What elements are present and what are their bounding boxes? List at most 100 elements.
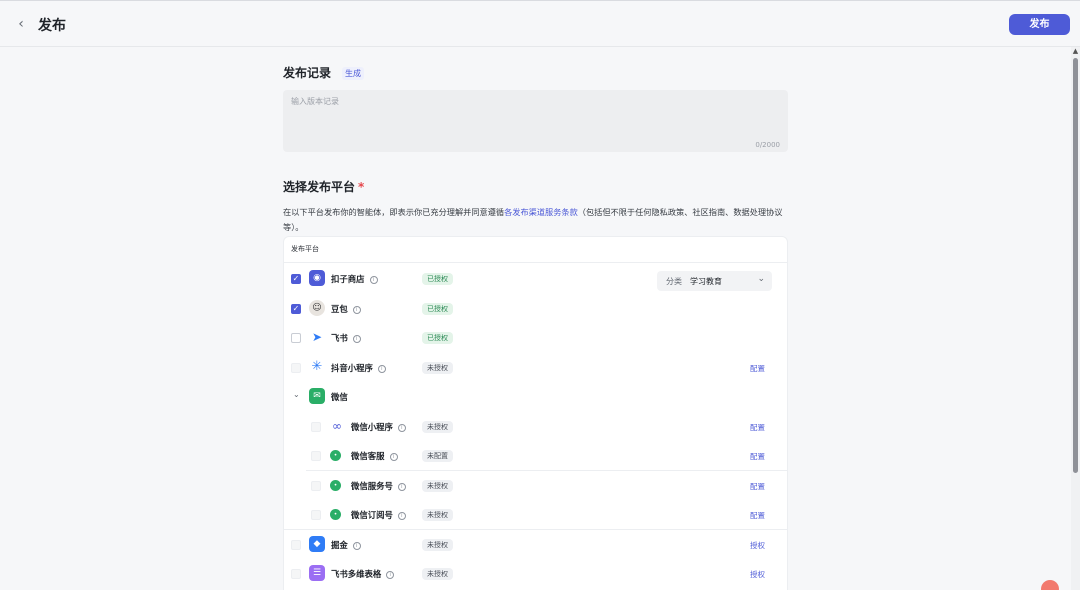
status-badge: 未授权 — [422, 539, 453, 551]
desc-prefix: 在以下平台发布你的智能体，即表示你已充分理解并同意遵循 — [283, 207, 505, 217]
platform-row-wechat: ⌄ ✉ 微信 — [284, 382, 787, 410]
assistant-float-icon[interactable] — [1041, 580, 1059, 590]
checkbox-wechat-official[interactable] — [311, 481, 321, 491]
divider — [284, 262, 787, 263]
checkbox-feishu[interactable] — [291, 333, 301, 343]
checkbox-juejin[interactable] — [291, 540, 301, 550]
back-button[interactable]: ‹ — [12, 13, 30, 35]
checkbox-wechat-subscription[interactable] — [311, 510, 321, 520]
platform-row-feishu: ➤ 飞书 i 已授权 — [284, 323, 787, 351]
info-icon[interactable]: i — [352, 542, 361, 550]
authorize-link[interactable]: 授权 — [750, 569, 765, 580]
platform-name-text: 微信订阅号 — [351, 510, 393, 520]
version-record-input[interactable]: 输入版本记录 0/2000 — [283, 90, 788, 152]
configure-link[interactable]: 配置 — [750, 481, 765, 492]
category-value: 学习教育 — [690, 277, 722, 286]
platform-panel-header: 发布平台 — [291, 245, 319, 253]
terms-link[interactable]: 各发布渠道服务条款 — [504, 207, 578, 217]
info-icon[interactable]: i — [369, 276, 378, 284]
platform-description: 在以下平台发布你的智能体，即表示你已充分理解并同意遵循各发布渠道服务条款（包括但… — [283, 205, 788, 235]
platform-name: 微信服务号 i — [351, 480, 406, 492]
platform-panel: 发布平台 ✓ ◉ 扣子商店 i 已授权 分类 学习教育 ⌄ ✓ ☺ 豆包 i 已授权… — [283, 236, 788, 590]
checkbox-douyin-miniapp[interactable] — [291, 363, 301, 373]
configure-link[interactable]: 配置 — [750, 363, 765, 374]
status-badge: 未授权 — [422, 568, 453, 580]
top-bar: ‹ 发布 发布 — [0, 0, 1080, 47]
generate-button[interactable]: 生成 — [342, 67, 364, 80]
platform-row-coze-store: ✓ ◉ 扣子商店 i 已授权 分类 学习教育 ⌄ — [284, 264, 787, 292]
chevron-down-icon[interactable]: ⌄ — [293, 390, 300, 399]
platform-name-text: 豆包 — [331, 304, 348, 314]
status-badge: 已授权 — [422, 303, 453, 315]
status-badge: 未授权 — [422, 509, 453, 521]
platform-row-feishu-bitable: ☰ 飞书多维表格 i 未授权 授权 — [284, 559, 787, 587]
platform-name-text: 微信小程序 — [351, 422, 393, 432]
info-icon[interactable]: i — [386, 571, 395, 579]
juejin-icon: ◆ — [309, 536, 325, 552]
char-counter: 0/2000 — [755, 141, 780, 149]
status-badge: 未授权 — [422, 421, 453, 433]
record-section-title: 发布记录 — [283, 66, 332, 80]
status-badge: 未授权 — [422, 362, 453, 374]
platform-section-title: 选择发布平台 * — [283, 178, 364, 195]
feishu-icon: ➤ — [311, 330, 323, 344]
info-icon[interactable]: i — [397, 483, 406, 491]
platform-row-douyin-miniapp: ✳ 抖音小程序 i 未授权 配置 — [284, 353, 787, 381]
authorize-link[interactable]: 授权 — [750, 540, 765, 551]
platform-row-wechat-miniapp: ∞ 微信小程序 i 未授权 配置 — [284, 412, 787, 440]
version-record-placeholder: 输入版本记录 — [291, 97, 339, 106]
platform-row-wechat-service: • 微信客服 i 未配置 配置 — [284, 441, 787, 469]
platform-name: 扣子商店 i — [331, 273, 378, 285]
chevron-down-icon: ⌄ — [757, 274, 765, 284]
platform-name-text: 微信客服 — [351, 451, 385, 461]
platform-name: 掘金 i — [331, 539, 361, 551]
required-mark: * — [358, 180, 365, 194]
checkbox-doubao[interactable]: ✓ — [291, 304, 301, 314]
platform-name: 飞书多维表格 i — [331, 568, 395, 580]
info-icon[interactable]: i — [389, 453, 398, 461]
scrollbar-thumb[interactable] — [1073, 58, 1078, 473]
info-icon[interactable]: i — [377, 365, 386, 373]
platform-row-wechat-official: • 微信服务号 i 未授权 配置 — [284, 471, 787, 499]
checkbox-wechat-service[interactable] — [311, 451, 321, 461]
checkbox-wechat-miniapp[interactable] — [311, 422, 321, 432]
configure-link[interactable]: 配置 — [750, 422, 765, 433]
platform-name-text: 抖音小程序 — [331, 363, 373, 373]
checkbox-feishu-bitable[interactable] — [291, 569, 301, 579]
checkbox-coze-store[interactable]: ✓ — [291, 274, 301, 284]
info-icon[interactable]: i — [352, 306, 361, 314]
coze-store-icon: ◉ — [309, 270, 325, 286]
platform-row-doubao: ✓ ☺ 豆包 i 已授权 — [284, 294, 787, 322]
platform-name-text: 飞书 — [331, 333, 348, 343]
status-badge: 已授权 — [422, 273, 453, 285]
wechat-bubble-icon: • — [330, 509, 341, 520]
info-icon[interactable]: i — [352, 335, 361, 343]
platform-name: 微信 — [331, 392, 348, 402]
page-title: 发布 — [38, 18, 66, 34]
wechat-bubble-icon: • — [330, 450, 341, 461]
info-icon[interactable]: i — [397, 512, 406, 520]
platform-name: 飞书 i — [331, 332, 361, 344]
chevron-left-icon: ‹ — [18, 16, 24, 32]
scroll-up-icon[interactable]: ▲ — [1072, 47, 1079, 55]
status-badge: 已授权 — [422, 332, 453, 344]
platform-name-text: 微信服务号 — [351, 481, 393, 491]
category-label: 分类 — [666, 277, 682, 286]
configure-link[interactable]: 配置 — [750, 451, 765, 462]
platform-name: 豆包 i — [331, 303, 361, 315]
wechat-miniapp-icon: ∞ — [332, 419, 342, 433]
scrollbar[interactable]: ▲ — [1071, 47, 1080, 590]
category-select[interactable]: 分类 学习教育 ⌄ — [657, 271, 772, 291]
platform-name-text: 掘金 — [331, 540, 348, 550]
wechat-icon: ✉ — [309, 388, 325, 404]
status-badge: 未授权 — [422, 480, 453, 492]
douyin-miniapp-icon: ✳ — [311, 359, 323, 374]
info-icon[interactable]: i — [397, 424, 406, 432]
platform-name: 微信订阅号 i — [351, 509, 406, 521]
publish-button[interactable]: 发布 — [1009, 14, 1070, 35]
platform-row-juejin: ◆ 掘金 i 未授权 授权 — [284, 530, 787, 558]
platform-name-text: 飞书多维表格 — [331, 569, 382, 579]
platform-name: 微信小程序 i — [351, 421, 406, 433]
configure-link[interactable]: 配置 — [750, 510, 765, 521]
platform-name: 微信客服 i — [351, 450, 398, 462]
